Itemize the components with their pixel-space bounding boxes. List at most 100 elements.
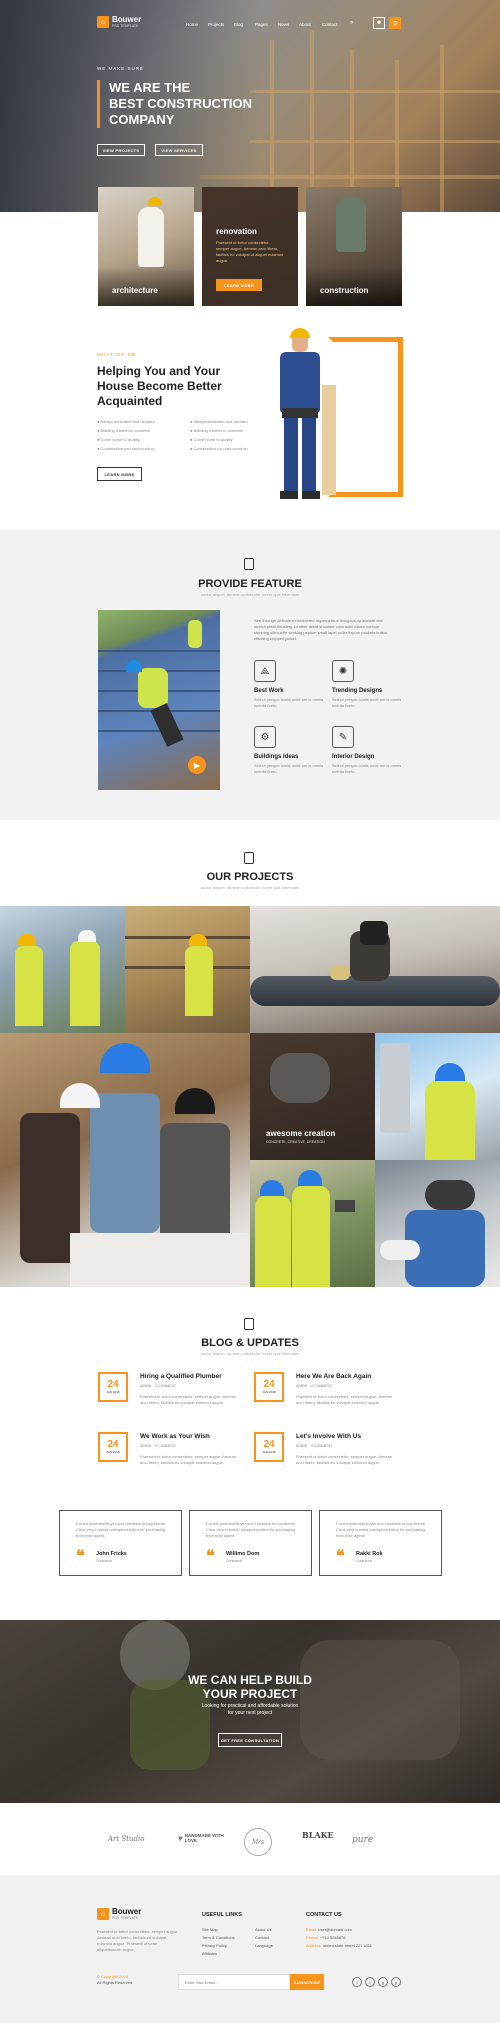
user-icon[interactable]: ☻	[373, 17, 385, 29]
project-image-8[interactable]	[375, 1160, 500, 1287]
lightbulb-icon: ✺	[332, 660, 354, 682]
contact-info: Email: user@domain.com Phone: +714 02466…	[306, 1926, 372, 1950]
feature-intro: See-through delicate embroidered organza…	[254, 618, 388, 641]
service-card-renovation[interactable]: renovation Praesent ut tortor consectetu…	[202, 187, 298, 306]
footer-link[interactable]: Site Map	[202, 1926, 235, 1934]
useful-links-col-2: About Us Contact Language	[255, 1926, 273, 1950]
newsletter-input[interactable]	[178, 1974, 290, 1990]
partner-logo[interactable]: pure	[352, 1835, 373, 1845]
project-overlay-subtitle: CONCRETE, CREATIVE, CREATION	[266, 1140, 325, 1144]
search-icon[interactable]: ⌕	[350, 20, 353, 27]
useful-links-col-1: Site Map Term & Conditions Privacy Polic…	[202, 1926, 235, 1958]
brand-name: Bouwer	[112, 1907, 142, 1916]
pinterest-icon[interactable]: p	[391, 1977, 401, 1987]
partner-logo[interactable]: BLAKE	[302, 1830, 334, 1840]
footer-logo[interactable]: ⌂ Bouwer PSD TEMPLATE	[97, 1908, 141, 1920]
blog-post[interactable]: 24 JAN 2018 We Work as Your Wish ADMIN 0…	[98, 1432, 248, 1492]
nav-about[interactable]: About	[299, 22, 311, 27]
testimonial-role: Contractor	[356, 1559, 373, 1563]
free-consultation-button[interactable]: GET FREE CONSULTATION	[218, 1733, 282, 1747]
footer-link[interactable]: Language	[255, 1942, 273, 1950]
about-title-line-3: Acquainted	[97, 394, 163, 408]
footer-link[interactable]: Contact	[255, 1934, 273, 1942]
hero-title-line-2: BEST CONSTRUCTION	[109, 96, 252, 111]
nav-news[interactable]: News	[278, 22, 289, 27]
service-card-construction[interactable]: construction	[306, 187, 402, 306]
list-item: ● Construction you can count on	[190, 446, 248, 451]
blog-post-meta: ADMIN 0 COMMENT	[140, 1444, 177, 1448]
about-learn-more-button[interactable]: LEARN MORE	[97, 467, 142, 481]
cta-title-line-2: YOUR PROJECT	[202, 1687, 298, 1701]
project-image-6[interactable]	[375, 1033, 500, 1160]
partner-logo[interactable]: Mrs	[244, 1828, 272, 1856]
facebook-icon[interactable]: f	[352, 1977, 362, 1987]
cta-text-line-2: for your next project	[227, 1710, 273, 1716]
view-services-button[interactable]: VIEW SERVICES	[155, 144, 203, 156]
blog-post-title[interactable]: Let's Involve With Us	[296, 1433, 361, 1440]
footer-about: Praesent ut tortor consectetur, semper a…	[97, 1929, 179, 1952]
project-image-7[interactable]	[250, 1160, 375, 1287]
blog-date-badge: 24 JAN 2018	[98, 1372, 128, 1402]
brand-tagline: PSD TEMPLATE	[112, 1916, 139, 1920]
feature-item-text: Sed ut perspic iciatis unde om is omnis …	[254, 697, 324, 708]
project-image-5[interactable]: awesome creation CONCRETE, CREATIVE, CRE…	[250, 1033, 375, 1160]
list-item: ● Construction you can count on	[97, 446, 155, 451]
logo-icon: ⌂	[97, 1908, 109, 1920]
about-title-line-1: Helping You and Your	[97, 364, 221, 378]
projects-section-icon	[244, 852, 254, 864]
blog-post-title[interactable]: Here We Are Back Again	[296, 1373, 371, 1380]
about-title-line-2: House Become Better	[97, 379, 222, 393]
feature-section	[0, 530, 500, 820]
blog-post[interactable]: 24 JAN 2018 Hiring a Qualified Plumber A…	[98, 1372, 248, 1432]
nav-blog[interactable]: Blog	[234, 22, 243, 27]
list-item: ● Always dedicated and devoted	[97, 419, 155, 424]
video-play-button[interactable]: ▶	[188, 756, 206, 774]
list-item: ● Building it better in concrete	[97, 428, 150, 433]
partner-logo[interactable]: ♥ HANDMADE WITH LOVE	[178, 1833, 225, 1843]
partner-logo[interactable]: Art Studio	[108, 1835, 145, 1843]
cta-title: WE CAN HELP BUILD YOUR PROJECT	[0, 1673, 500, 1701]
nav-contact[interactable]: Contact	[322, 22, 338, 27]
blog-post-meta: ADMIN 0 COMMENT	[296, 1384, 333, 1388]
contact-address: Address: united state street 221 USA	[306, 1943, 372, 1948]
blog-post-title[interactable]: We Work as Your Wish	[140, 1433, 210, 1440]
cart-icon[interactable]: ⊡	[389, 17, 401, 29]
quote-icon: ❝	[206, 1548, 215, 1565]
project-image-4[interactable]	[0, 1033, 250, 1287]
footer-copyright: © Copyright 2018 All Rights Reserved.	[97, 1974, 134, 1985]
view-projects-button[interactable]: VIEW PROJECTS	[97, 144, 145, 156]
footer-link[interactable]: Affiliates	[202, 1950, 235, 1958]
nav-projects[interactable]: Projects	[208, 22, 224, 27]
list-item: ● Come home to quality	[190, 437, 233, 442]
about-list-left: ● Always dedicated and devoted ● Buildin…	[97, 419, 177, 452]
footer-link[interactable]: About Us	[255, 1926, 273, 1934]
testimonial-text: For the potential buyer don't hesitate t…	[206, 1521, 297, 1538]
twitter-icon[interactable]: t	[365, 1977, 375, 1987]
project-image-3[interactable]	[250, 906, 500, 1033]
blog-post[interactable]: 24 JAN 2018 Let's Involve With Us ADMIN …	[254, 1432, 404, 1492]
footer-link[interactable]: Privacy Policy	[202, 1942, 235, 1950]
service-card-architecture[interactable]: architecture	[98, 187, 194, 306]
learn-more-button[interactable]: LEARN MORE	[216, 279, 262, 291]
list-item: ● Come home to quality	[97, 437, 140, 442]
worker-figure	[272, 328, 328, 500]
nav-home[interactable]: Home	[186, 22, 198, 27]
project-image-1[interactable]	[0, 906, 125, 1033]
blog-date-badge: 24 JAN 2018	[254, 1432, 284, 1462]
nav-pages[interactable]: Pages	[255, 22, 268, 27]
blog-post[interactable]: 24 JAN 2018 Here We Are Back Again ADMIN…	[254, 1372, 404, 1432]
about-frame	[328, 337, 403, 497]
subscribe-button[interactable]: SUBSCRIBE	[290, 1974, 324, 1990]
architect-photo	[138, 207, 164, 267]
blog-post-title[interactable]: Hiring a Qualified Plumber	[140, 1373, 222, 1380]
footer-link[interactable]: Term & Conditions	[202, 1934, 235, 1942]
worker-photo	[336, 197, 366, 252]
brand-logo[interactable]: ⌂ Bouwer PSD TEMPLATE	[97, 16, 141, 28]
feature-title: PROVIDE FEATURE	[198, 578, 302, 590]
googleplus-icon[interactable]: g	[378, 1977, 388, 1987]
helmet-shape	[148, 197, 162, 206]
list-item: ● Building it better in concrete	[190, 428, 243, 433]
project-image-2[interactable]	[125, 906, 250, 1033]
feature-item-title: Trending Designs	[332, 688, 383, 694]
hero-kicker: WE MAKE SURE	[97, 66, 145, 71]
